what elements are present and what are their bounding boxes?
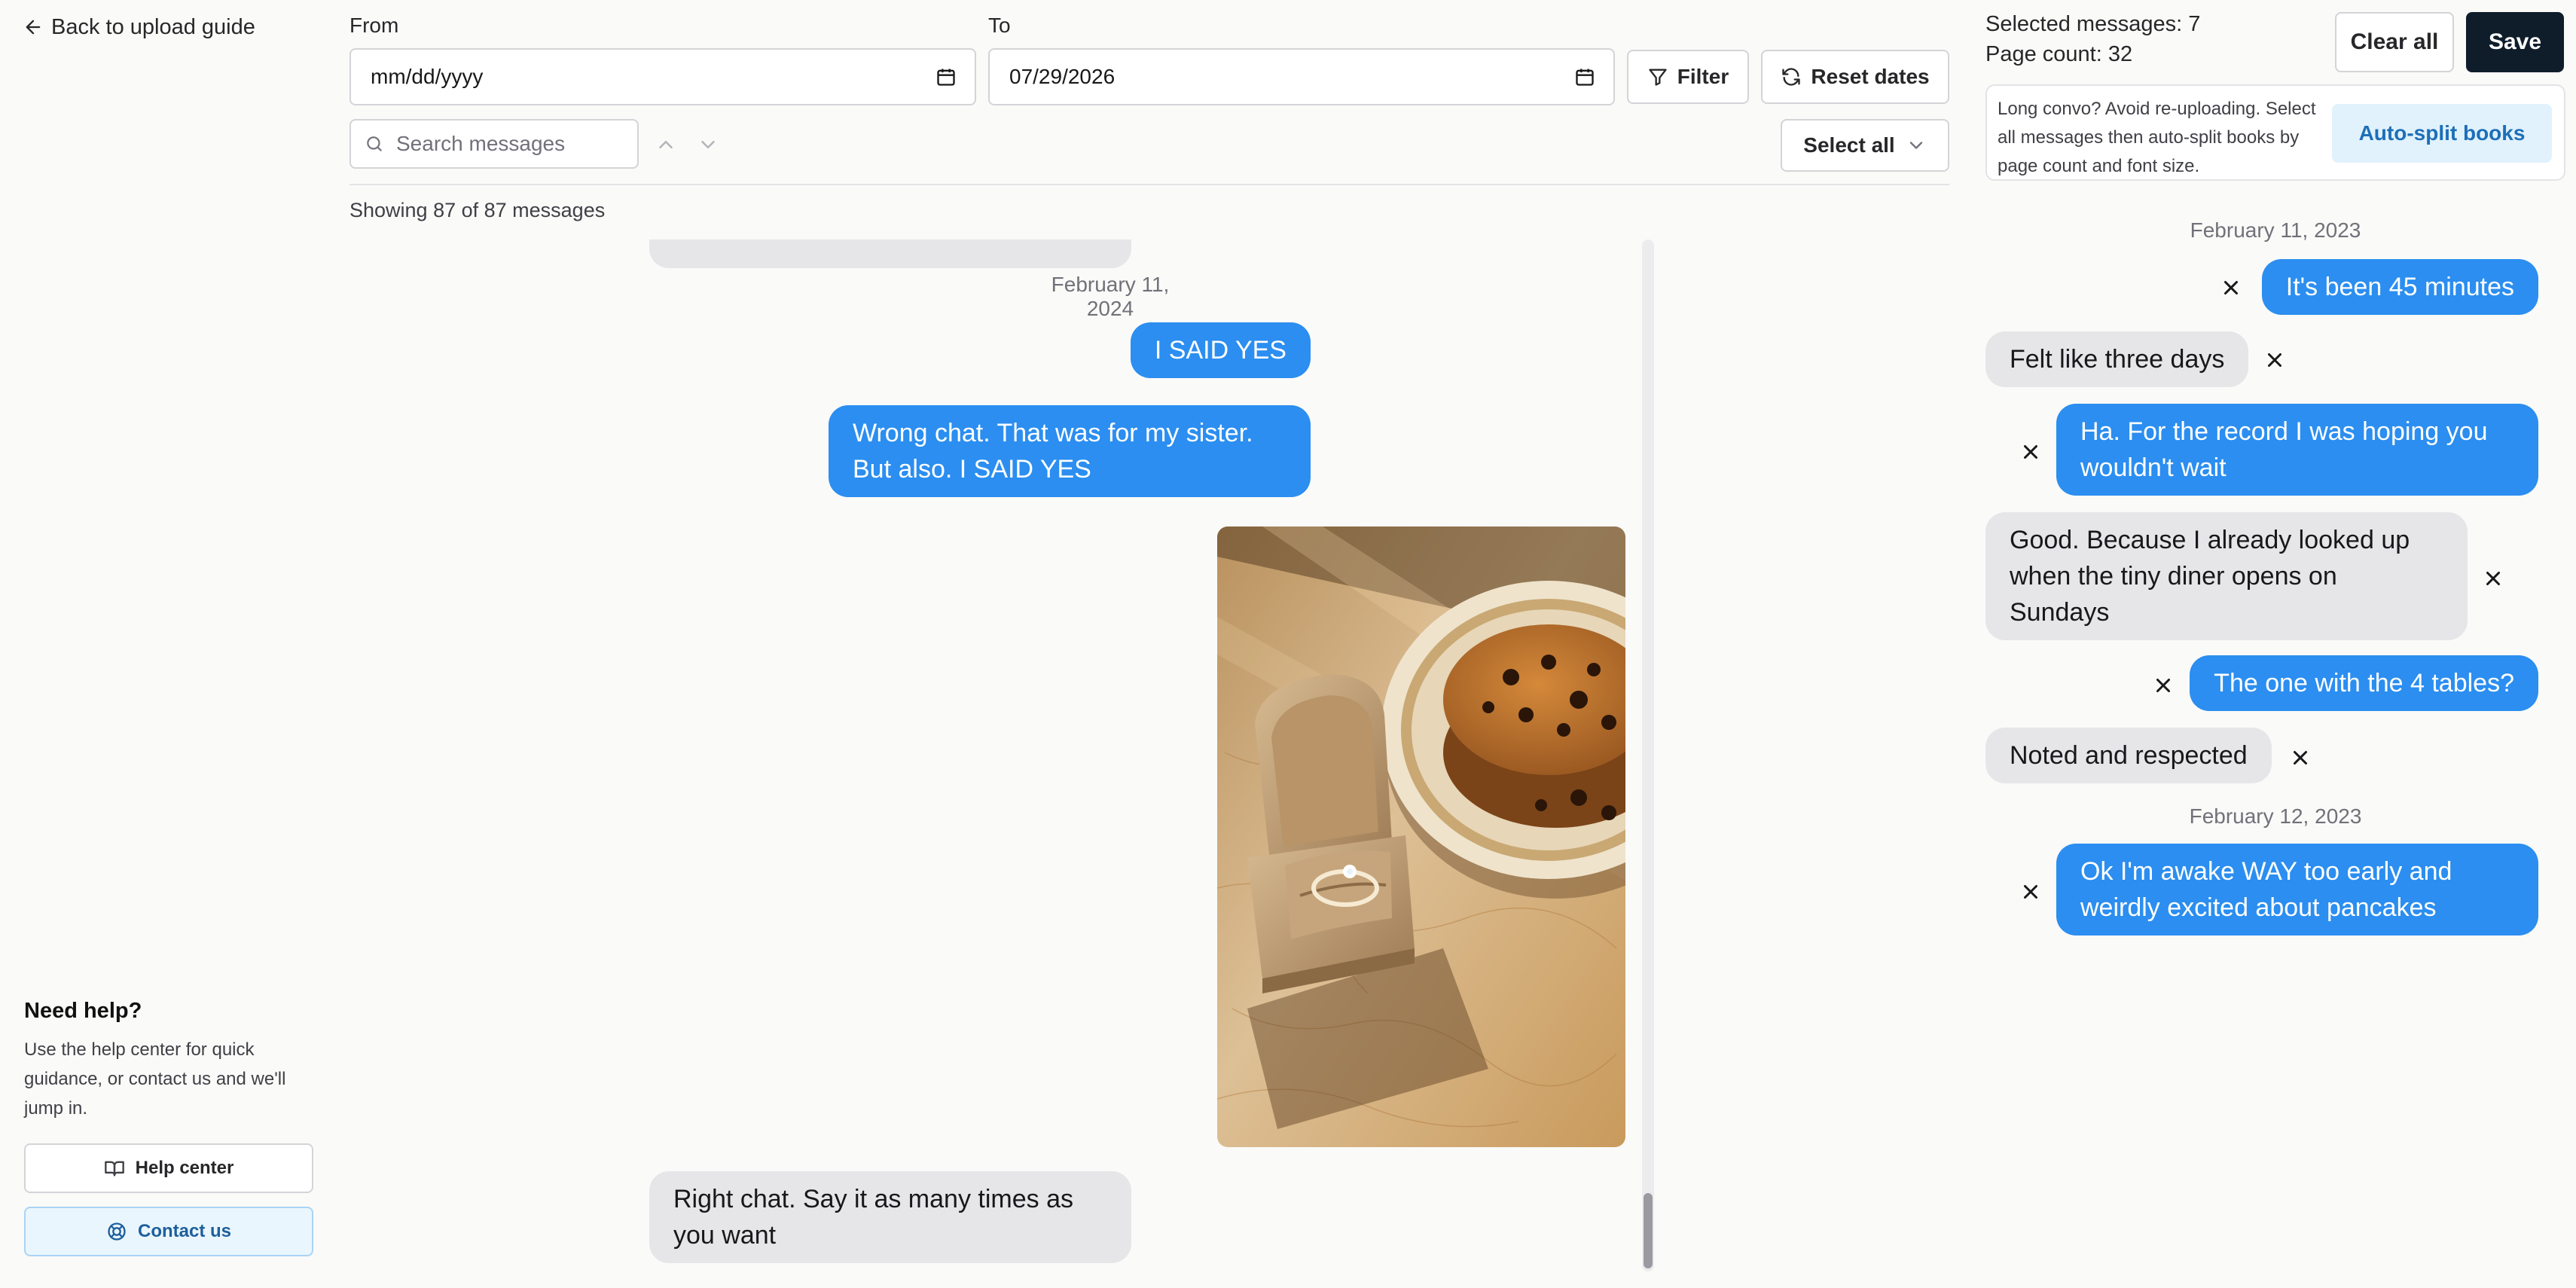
arrow-left-icon — [26, 20, 41, 35]
chevron-up-icon — [659, 141, 673, 148]
selected-message-outgoing[interactable]: Ha. For the record I was hoping you woul… — [2056, 404, 2538, 496]
from-date-input[interactable]: mm/dd/yyyy — [349, 48, 976, 105]
date-separator: February 11, 2024 — [1051, 273, 1170, 320]
selected-message-outgoing[interactable]: Ok I'm awake WAY too early and weirdly e… — [2056, 844, 2538, 935]
from-date-value: mm/dd/yyyy — [371, 65, 484, 88]
help-center-label: Help center — [135, 1158, 234, 1178]
close-icon — [2294, 751, 2307, 765]
to-date-value: 07/29/2026 — [1009, 65, 1116, 88]
remove-message-button[interactable] — [2260, 345, 2290, 375]
chat-scrollbar[interactable] — [1642, 240, 1654, 1271]
message-bubble-incoming[interactable]: Right chat. Say it as many times as you … — [649, 1171, 1131, 1263]
next-match-button[interactable] — [693, 130, 723, 160]
close-icon — [2156, 679, 2170, 692]
previous-match-button[interactable] — [651, 130, 681, 160]
auto-split-tip-text: Long convo? Avoid re-uploading. Select a… — [1998, 99, 2316, 176]
selected-message-incoming[interactable]: Noted and respected — [1985, 728, 2272, 783]
close-icon — [2268, 353, 2281, 367]
to-label: To — [988, 14, 1011, 37]
remove-message-button[interactable] — [2148, 670, 2178, 700]
remove-message-button[interactable] — [2478, 563, 2508, 594]
reset-dates-button[interactable]: Reset dates — [1761, 50, 1949, 104]
clear-all-button[interactable]: Clear all — [2335, 12, 2454, 72]
select-all-label: Select all — [1803, 133, 1895, 157]
search-icon — [367, 136, 382, 151]
date-separator: February 11, 2023 — [2190, 218, 2361, 242]
save-button[interactable]: Save — [2466, 12, 2564, 72]
selected-message-outgoing[interactable]: It's been 45 minutes — [2261, 259, 2538, 315]
select-all-dropdown[interactable]: Select all — [1781, 119, 1949, 172]
remove-message-button[interactable] — [2016, 877, 2046, 907]
to-date-input[interactable]: 07/29/2026 — [988, 48, 1615, 105]
close-icon — [2486, 572, 2500, 585]
search-placeholder: Search messages — [396, 132, 566, 155]
filter-label: Filter — [1677, 65, 1729, 88]
back-to-upload-guide-link[interactable]: Back to upload guide — [23, 14, 255, 41]
close-icon — [2224, 281, 2238, 295]
chevron-down-icon — [1909, 142, 1922, 149]
message-image[interactable] — [1217, 526, 1625, 1147]
remove-message-button[interactable] — [2216, 273, 2246, 303]
calendar-icon[interactable] — [1574, 66, 1595, 87]
book-icon — [104, 1161, 124, 1177]
contact-us-label: Contact us — [137, 1221, 231, 1241]
message-bubble-outgoing[interactable]: I SAID YES — [1130, 322, 1311, 378]
selected-message-incoming[interactable]: Good. Because I already looked up when t… — [1985, 512, 2468, 640]
message-count: Showing 87 of 87 messages — [349, 199, 606, 221]
message-bubble-partial[interactable] — [649, 240, 1131, 268]
back-link-label: Back to upload guide — [51, 14, 255, 39]
chevron-down-icon — [701, 141, 715, 148]
calendar-icon[interactable] — [935, 66, 957, 87]
selected-message-incoming[interactable]: Felt like three days — [1985, 331, 2249, 387]
close-icon — [2024, 885, 2037, 899]
selected-count: Selected messages: 7 — [1985, 12, 2201, 36]
help-description: Use the help center for quick guidance, … — [24, 1039, 286, 1119]
message-bubble-outgoing[interactable]: Wrong chat. That was for my sister. But … — [829, 405, 1311, 497]
auto-split-button[interactable]: Auto-split books — [2332, 104, 2552, 163]
close-icon — [2024, 445, 2037, 459]
help-center-button[interactable]: Help center — [24, 1143, 313, 1193]
remove-message-button[interactable] — [2285, 743, 2315, 773]
reset-dates-label: Reset dates — [1811, 65, 1930, 88]
help-title: Need help? — [24, 999, 142, 1023]
filter-button[interactable]: Filter — [1627, 50, 1749, 104]
filter-divider — [349, 184, 1949, 185]
page-count: Page count: 32 — [1985, 42, 2133, 66]
date-separator: February 12, 2023 — [2189, 804, 2362, 828]
lifebuoy-icon — [108, 1222, 126, 1241]
filter-icon — [1649, 69, 1667, 86]
refresh-icon — [1782, 68, 1801, 86]
contact-us-button[interactable]: Contact us — [24, 1207, 313, 1256]
remove-message-button[interactable] — [2016, 437, 2046, 467]
chat-scrollbar-thumb[interactable] — [1644, 1193, 1653, 1268]
selected-message-outgoing[interactable]: The one with the 4 tables? — [2190, 655, 2538, 711]
from-label: From — [349, 14, 399, 37]
search-input[interactable]: Search messages — [349, 119, 639, 169]
